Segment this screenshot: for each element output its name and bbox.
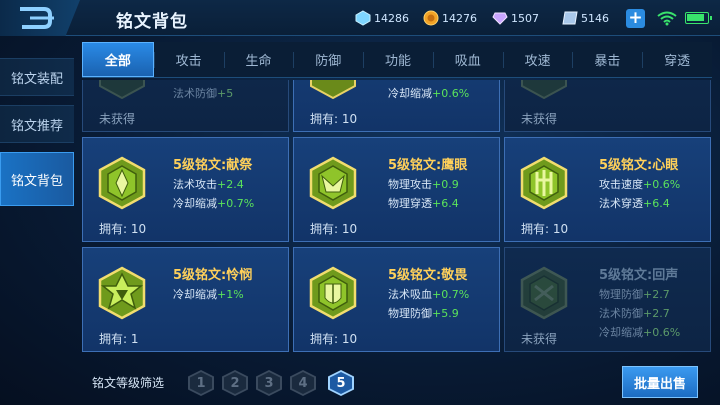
inscription-name: 5级铭文:鹰眼 bbox=[388, 158, 468, 173]
sacrifice-emblem-icon bbox=[98, 156, 146, 210]
owned-count: 拥有: 10 bbox=[310, 222, 358, 236]
inscription-card-xianji[interactable]: 5级铭文:献祭 法术攻击+2.4 冷却缩减+0.7% 拥有: 10 bbox=[82, 137, 289, 242]
diamond-icon bbox=[355, 10, 371, 26]
diamond-counter: 14286 bbox=[355, 9, 409, 27]
level-filter-2[interactable]: 2 bbox=[222, 370, 248, 396]
owned-count: 未获得 bbox=[521, 332, 558, 346]
inscription-card-jingwei[interactable]: 5级铭文:敬畏 法术吸血+0.7% 物理防御+5.9 拥有: 10 bbox=[293, 247, 500, 352]
wifi-icon bbox=[657, 11, 677, 26]
tab-health[interactable]: 生命 bbox=[223, 42, 294, 77]
level-filter-1[interactable]: 1 bbox=[188, 370, 214, 396]
inscription-emblem-icon bbox=[99, 80, 145, 100]
top-bar: 铭文背包 14286 14276 1507 5146 + bbox=[0, 0, 720, 36]
bottom-bar: 铭文等级筛选 1 2 3 4 5 批量出售 bbox=[82, 362, 712, 402]
tab-lifesteal[interactable]: 吸血 bbox=[432, 42, 503, 77]
category-tabs: 全部 攻击 生命 防御 功能 吸血 攻速 暴击 穿透 bbox=[82, 42, 712, 78]
inscription-card-xinyan[interactable]: 5级铭文:心眼 攻击速度+0.6% 法术穿透+6.4 拥有: 10 bbox=[504, 137, 711, 242]
page-title: 铭文背包 bbox=[116, 12, 188, 32]
sidebar: 铭文装配 铭文推荐 铭文背包 bbox=[0, 58, 74, 215]
echo-emblem-icon bbox=[520, 266, 568, 320]
mercy-emblem-icon bbox=[98, 266, 146, 320]
sidebar-item-equip[interactable]: 铭文装配 bbox=[0, 58, 74, 96]
crystal-counter: 1507 bbox=[492, 9, 539, 27]
owned-count: 拥有: 1 bbox=[99, 332, 139, 346]
purple-crystal-icon bbox=[492, 12, 508, 25]
awe-emblem-icon bbox=[309, 266, 357, 320]
back-button[interactable] bbox=[0, 0, 80, 36]
tab-attack[interactable]: 攻击 bbox=[153, 42, 224, 77]
inscription-card[interactable]: 未获得 bbox=[504, 80, 711, 132]
gold-counter: 14276 bbox=[423, 9, 477, 27]
tab-attack-speed[interactable]: 攻速 bbox=[502, 42, 573, 77]
level-filter-3[interactable]: 3 bbox=[256, 370, 282, 396]
sidebar-item-recommend[interactable]: 铭文推荐 bbox=[0, 105, 74, 143]
owned-count: 拥有: 10 bbox=[99, 222, 147, 236]
inscription-name: 5级铭文:献祭 bbox=[173, 158, 253, 173]
inscription-name: 5级铭文:回声 bbox=[599, 268, 679, 283]
tab-defense[interactable]: 防御 bbox=[293, 42, 363, 77]
owned-count: 拥有: 10 bbox=[521, 222, 569, 236]
level-filter-label: 铭文等级筛选 bbox=[92, 376, 165, 390]
tab-utility[interactable]: 功能 bbox=[363, 42, 433, 77]
gold-coin-icon bbox=[423, 10, 439, 26]
tab-all[interactable]: 全部 bbox=[82, 42, 154, 77]
owned-count: 拥有: 10 bbox=[310, 332, 358, 346]
mind-eye-emblem-icon bbox=[520, 156, 568, 210]
inscription-emblem-icon bbox=[521, 80, 567, 100]
inscription-card[interactable]: 冷却缩减+0.6% 拥有: 10 bbox=[293, 80, 500, 132]
ticket-icon bbox=[562, 11, 578, 25]
inscription-card-huisheng[interactable]: 5级铭文:回声 物理防御+2.7 法术防御+2.7 冷却缩减+0.6% 未获得 bbox=[504, 247, 711, 352]
inscription-grid: 法术防御+5 未获得 冷却缩减+0.6% 拥有: 10 未获得 5级铭文:献祭 … bbox=[82, 80, 712, 362]
ticket-counter: 5146 bbox=[562, 9, 609, 27]
hawk-eye-emblem-icon bbox=[309, 156, 357, 210]
inscription-card[interactable]: 法术防御+5 未获得 bbox=[82, 80, 289, 132]
inscription-name: 5级铭文:心眼 bbox=[599, 158, 679, 173]
inscription-name: 5级铭文:怜悯 bbox=[173, 268, 253, 283]
level-filter-5[interactable]: 5 bbox=[328, 370, 354, 396]
add-currency-button[interactable]: + bbox=[626, 9, 645, 28]
batch-sell-button[interactable]: 批量出售 bbox=[622, 366, 698, 398]
inscription-emblem-icon bbox=[310, 80, 356, 100]
inscription-card-yingyan[interactable]: 5级铭文:鹰眼 物理攻击+0.9 物理穿透+6.4 拥有: 10 bbox=[293, 137, 500, 242]
inscription-card-lianmin[interactable]: 5级铭文:怜悯 冷却缩减+1% 拥有: 1 bbox=[82, 247, 289, 352]
sidebar-item-backpack[interactable]: 铭文背包 bbox=[0, 152, 74, 206]
tab-penetration[interactable]: 穿透 bbox=[642, 42, 712, 77]
level-filter-4[interactable]: 4 bbox=[290, 370, 316, 396]
battery-icon bbox=[685, 12, 712, 24]
back-arrow-icon bbox=[20, 7, 54, 29]
inscription-name: 5级铭文:敬畏 bbox=[388, 268, 468, 283]
tab-critical[interactable]: 暴击 bbox=[572, 42, 642, 77]
